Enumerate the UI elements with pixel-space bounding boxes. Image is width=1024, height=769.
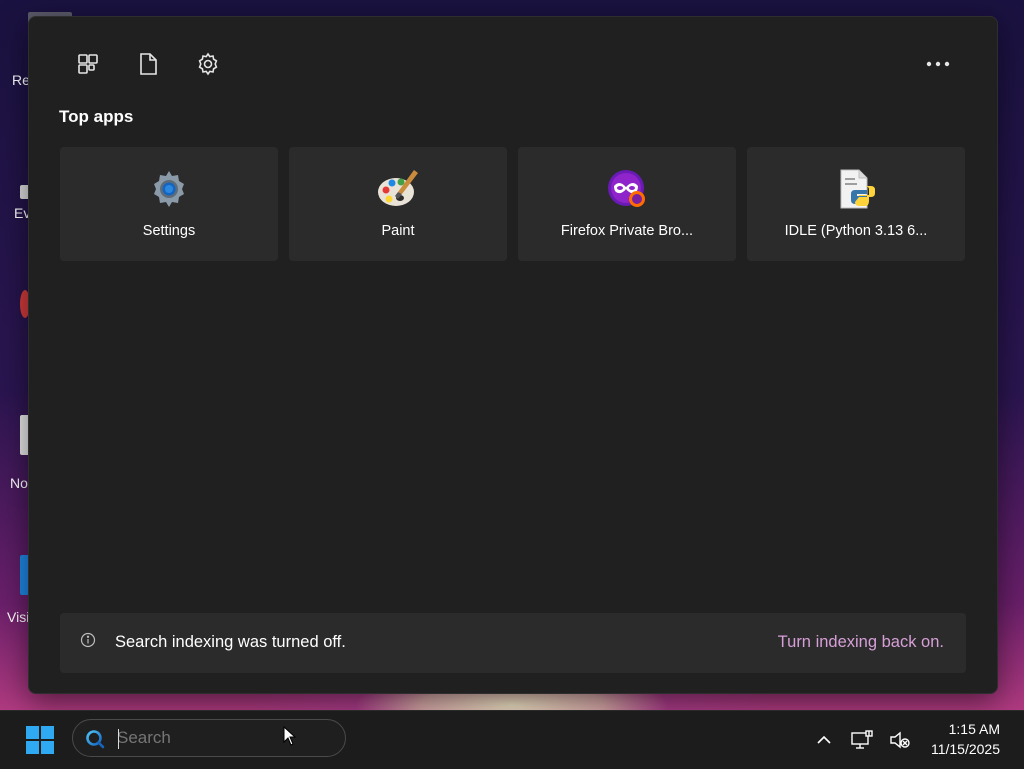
taskbar: 1:15 AM 11/15/2025 bbox=[0, 710, 1024, 769]
mouse-pointer-icon bbox=[283, 725, 297, 751]
top-apps-grid: Settings Paint Firefox Private Bro... ID… bbox=[60, 147, 965, 261]
app-name: Settings bbox=[142, 223, 196, 239]
more-options-icon[interactable] bbox=[925, 53, 951, 75]
app-tile-settings[interactable]: Settings bbox=[60, 147, 278, 261]
notice-message: Search indexing was turned off. bbox=[115, 633, 346, 651]
start-menu-panel: Top apps Settings Paint Firefox Private … bbox=[28, 16, 998, 694]
system-tray bbox=[812, 728, 912, 752]
settings-filter-icon[interactable] bbox=[195, 51, 221, 77]
paint-palette-icon bbox=[376, 167, 420, 211]
apps-filter-icon[interactable] bbox=[75, 51, 101, 77]
section-title: Top apps bbox=[59, 107, 134, 126]
text-caret bbox=[118, 729, 119, 749]
filter-bar bbox=[75, 51, 221, 77]
taskbar-search-box[interactable] bbox=[72, 719, 346, 757]
network-icon[interactable] bbox=[850, 728, 874, 752]
python-idle-icon bbox=[834, 167, 878, 211]
volume-muted-icon[interactable] bbox=[888, 728, 912, 752]
start-button[interactable] bbox=[25, 725, 55, 755]
chevron-up-icon[interactable] bbox=[812, 728, 836, 752]
clock-time: 1:15 AM bbox=[948, 721, 1000, 737]
app-tile-idle-python[interactable]: IDLE (Python 3.13 6... bbox=[747, 147, 965, 261]
info-icon bbox=[80, 632, 96, 648]
desktop-icon-label: Visi bbox=[7, 609, 30, 625]
search-icon bbox=[85, 729, 105, 749]
clock-date: 11/15/2025 bbox=[930, 741, 1000, 757]
windows-logo-icon bbox=[26, 726, 54, 754]
settings-gear-icon bbox=[147, 167, 191, 211]
indexing-notice: Search indexing was turned off. Turn ind… bbox=[60, 613, 966, 673]
app-tile-firefox-private[interactable]: Firefox Private Bro... bbox=[518, 147, 736, 261]
app-name: Firefox Private Bro... bbox=[560, 223, 694, 239]
app-name: Paint bbox=[381, 223, 415, 239]
app-tile-paint[interactable]: Paint bbox=[289, 147, 507, 261]
app-name: IDLE (Python 3.13 6... bbox=[784, 223, 928, 239]
turn-indexing-on-link[interactable]: Turn indexing back on. bbox=[778, 633, 944, 652]
desktop-icon-label: No bbox=[10, 475, 28, 491]
documents-filter-icon[interactable] bbox=[135, 51, 161, 77]
firefox-private-icon bbox=[605, 167, 649, 211]
taskbar-clock[interactable]: 1:15 AM 11/15/2025 bbox=[931, 719, 1000, 759]
